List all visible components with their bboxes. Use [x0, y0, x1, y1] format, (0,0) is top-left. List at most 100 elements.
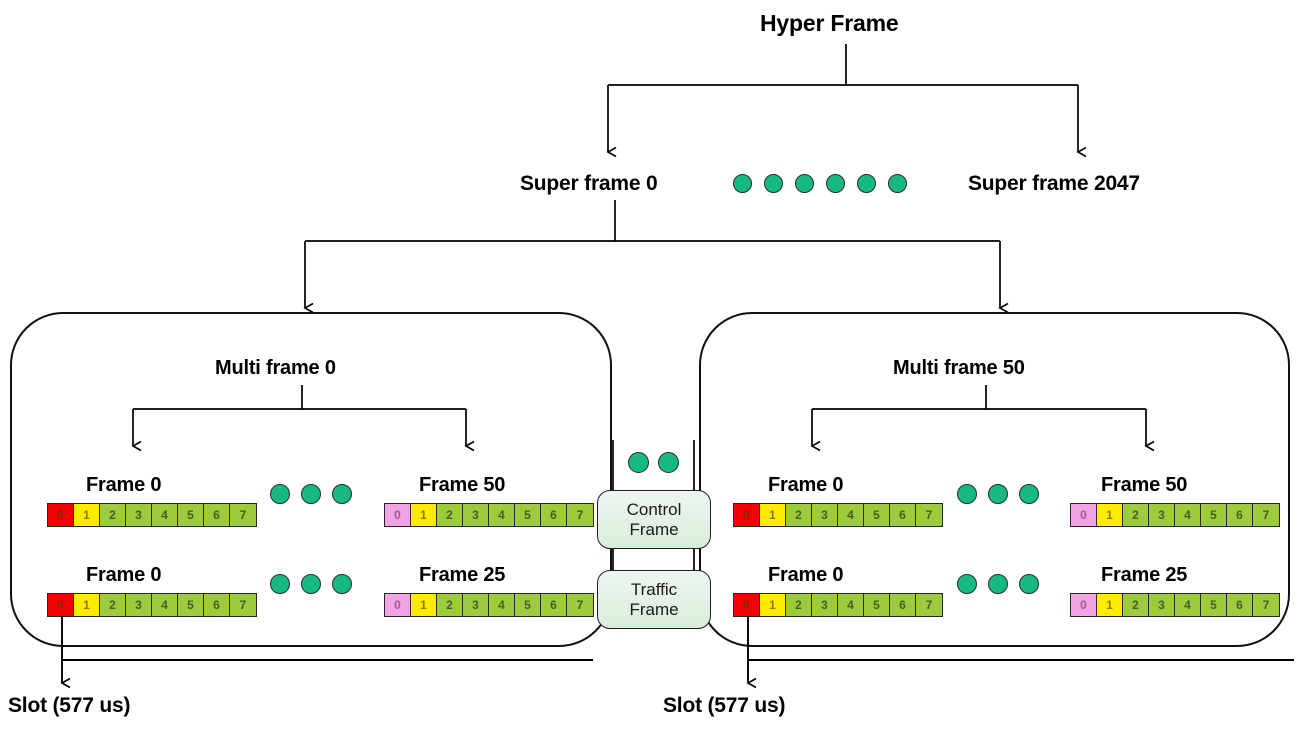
ellipsis-dot-icon	[332, 574, 352, 594]
slot-cell: 7	[1253, 594, 1279, 616]
traffic-frame-label-line2: Frame	[629, 599, 679, 619]
slot-cell: 6	[204, 504, 230, 526]
slot-cell: 3	[812, 504, 838, 526]
slot-cell: 5	[1201, 504, 1227, 526]
slot-cell: 4	[489, 504, 515, 526]
super-frame-ellipsis-dots	[733, 174, 907, 193]
right-row1-first-strip: 01234567	[733, 503, 943, 527]
slot-cell: 3	[463, 594, 489, 616]
slot-cell: 1	[74, 504, 100, 526]
slot-cell: 5	[515, 504, 541, 526]
slot-cell: 3	[126, 594, 152, 616]
right-row2-first-strip: 01234567	[733, 593, 943, 617]
slot-cell: 1	[411, 594, 437, 616]
left-row2-last-strip: 01234567	[384, 593, 594, 617]
slot-cell: 7	[230, 594, 256, 616]
ellipsis-dot-icon	[733, 174, 752, 193]
ellipsis-dot-icon	[301, 574, 321, 594]
left-row1-first-frame-label: Frame 0	[86, 474, 162, 496]
right-row2-first-frame-label: Frame 0	[768, 564, 844, 586]
ellipsis-dot-icon	[957, 484, 977, 504]
slot-cell: 0	[48, 504, 74, 526]
slot-cell: 1	[760, 504, 786, 526]
slot-cell: 5	[178, 594, 204, 616]
control-frame-label-line2: Frame	[629, 519, 679, 539]
ellipsis-dot-icon	[1019, 484, 1039, 504]
left-row2-last-frame-label: Frame 25	[419, 564, 506, 586]
slot-cell: 0	[48, 594, 74, 616]
slot-cell: 5	[864, 504, 890, 526]
slot-cell: 7	[916, 504, 942, 526]
left-row2-first-frame-label: Frame 0	[86, 564, 162, 586]
slot-cell: 2	[100, 504, 126, 526]
multi-frame-50-label: Multi frame 50	[893, 357, 1025, 379]
ellipsis-dot-icon	[332, 484, 352, 504]
slot-cell: 0	[385, 594, 411, 616]
slot-cell: 1	[74, 594, 100, 616]
right-row2-last-strip: 01234567	[1070, 593, 1280, 617]
right-slot-label: Slot (577 us)	[663, 694, 786, 717]
slot-cell: 5	[1201, 594, 1227, 616]
slot-cell: 4	[152, 594, 178, 616]
slot-cell: 5	[515, 594, 541, 616]
slot-cell: 1	[1097, 594, 1123, 616]
slot-cell: 2	[786, 504, 812, 526]
slot-cell: 2	[437, 504, 463, 526]
slot-cell: 4	[489, 594, 515, 616]
slot-cell: 1	[411, 504, 437, 526]
right-row2-last-frame-label: Frame 25	[1101, 564, 1188, 586]
ellipsis-dot-icon	[301, 484, 321, 504]
ellipsis-dot-icon	[795, 174, 814, 193]
ellipsis-dot-icon	[988, 484, 1008, 504]
left-row2-ellipsis-dots	[270, 574, 352, 594]
control-frame-box[interactable]: Control Frame	[597, 490, 711, 549]
left-row1-last-frame-label: Frame 50	[419, 474, 506, 496]
slot-cell: 6	[541, 504, 567, 526]
slot-cell: 6	[1227, 594, 1253, 616]
control-frame-label-line1: Control	[626, 500, 682, 520]
slot-cell: 2	[786, 594, 812, 616]
slot-cell: 7	[567, 594, 593, 616]
left-row1-last-strip: 01234567	[384, 503, 594, 527]
super-frame-0-label: Super frame 0	[520, 172, 658, 195]
slot-cell: 2	[100, 594, 126, 616]
diagram-canvas: Hyper Frame Super frame 0 Super frame 20…	[0, 0, 1300, 729]
multi-frame-0-label: Multi frame 0	[215, 357, 336, 379]
traffic-frame-label-line1: Traffic	[630, 580, 678, 600]
ellipsis-dot-icon	[957, 574, 977, 594]
ellipsis-dot-icon	[988, 574, 1008, 594]
right-row1-first-frame-label: Frame 0	[768, 474, 844, 496]
slot-cell: 3	[812, 594, 838, 616]
slot-cell: 7	[230, 504, 256, 526]
slot-cell: 6	[890, 594, 916, 616]
super-frame-2047-label: Super frame 2047	[968, 172, 1140, 195]
slot-cell: 6	[204, 594, 230, 616]
slot-cell: 3	[126, 504, 152, 526]
ellipsis-dot-icon	[1019, 574, 1039, 594]
slot-cell: 4	[838, 504, 864, 526]
slot-cell: 4	[838, 594, 864, 616]
slot-cell: 3	[1149, 504, 1175, 526]
slot-cell: 6	[890, 504, 916, 526]
left-row1-ellipsis-dots	[270, 484, 352, 504]
slot-cell: 6	[541, 594, 567, 616]
left-row1-first-strip: 01234567	[47, 503, 257, 527]
left-row2-first-strip: 01234567	[47, 593, 257, 617]
slot-cell: 1	[1097, 504, 1123, 526]
traffic-frame-box[interactable]: Traffic Frame	[597, 570, 711, 629]
left-slot-label: Slot (577 us)	[8, 694, 131, 717]
right-row1-last-strip: 01234567	[1070, 503, 1280, 527]
slot-cell: 0	[1071, 504, 1097, 526]
slot-cell: 5	[864, 594, 890, 616]
slot-cell: 3	[463, 504, 489, 526]
slot-cell: 0	[734, 504, 760, 526]
slot-cell: 7	[1253, 504, 1279, 526]
slot-cell: 4	[152, 504, 178, 526]
slot-cell: 4	[1175, 594, 1201, 616]
right-row1-last-frame-label: Frame 50	[1101, 474, 1188, 496]
ellipsis-dot-icon	[764, 174, 783, 193]
slot-cell: 0	[385, 504, 411, 526]
slot-cell: 6	[1227, 504, 1253, 526]
slot-cell: 2	[1123, 594, 1149, 616]
ellipsis-dot-icon	[628, 452, 649, 473]
